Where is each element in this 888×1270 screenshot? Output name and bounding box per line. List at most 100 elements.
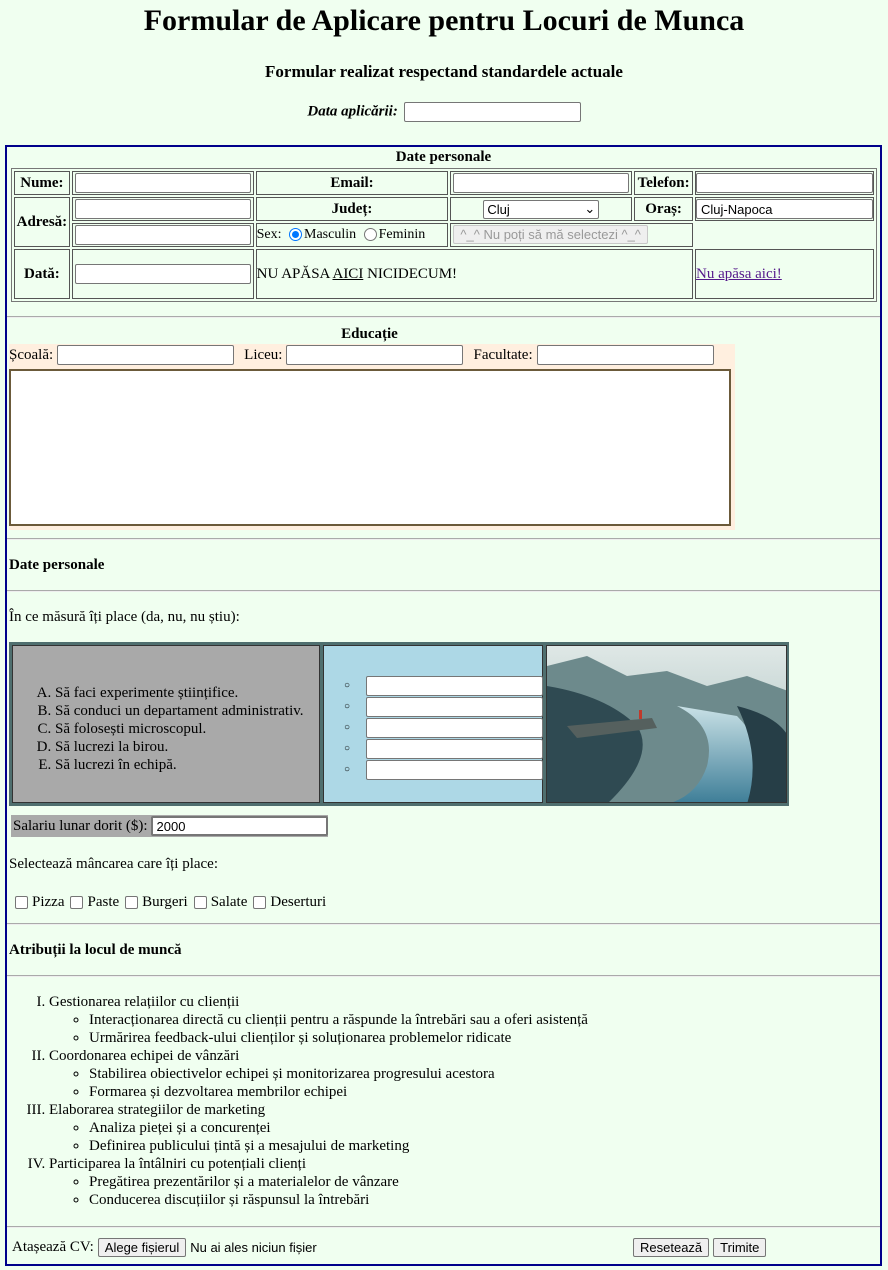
no-file-text: Nu ai ales niciun fișier <box>190 1240 317 1255</box>
page-subtitle: Formular realizat respectand standardele… <box>265 62 623 81</box>
food-options: Pizza Paste Burgeri Salate Deserturi <box>9 894 326 911</box>
food-label: Salate <box>210 894 248 910</box>
chevron-down-icon: ⌄ <box>584 201 596 216</box>
duty-subitem: Pregătirea prezentărilor și a materialel… <box>89 1173 588 1191</box>
landscape-image <box>546 645 787 803</box>
bullet-icon: ○ <box>344 743 351 754</box>
disabled-button: ^_^ Nu poți să mă selectezi ^_^ <box>453 224 648 244</box>
no-press-link-2[interactable]: Nu apăsa aici! <box>696 266 782 282</box>
preference-question: În ce măsură îți place (da, nu, nu știu)… <box>9 609 240 625</box>
food-label: Pizza <box>32 894 65 910</box>
food-checkbox-paste[interactable] <box>70 896 84 909</box>
preference-table: Să faci experimente științifice. Să cond… <box>9 642 789 806</box>
pref-item: Să lucrezi în echipă. <box>55 756 304 774</box>
county-select[interactable]: Cluj ⌄ <box>483 199 600 219</box>
county-label: Județ: <box>255 197 449 221</box>
submit-button[interactable]: Trimite <box>713 1238 767 1257</box>
sex-female-label: Feminin <box>378 227 426 242</box>
phone-input[interactable] <box>696 173 873 193</box>
name-input[interactable] <box>74 173 251 193</box>
faculty-input[interactable] <box>536 345 714 365</box>
duty-subitem: Analiza pieței și a concurenței <box>89 1119 588 1137</box>
food-label: Paste <box>87 894 120 910</box>
food-label: Deserturi <box>270 894 327 910</box>
sex-label: Sex: <box>256 227 282 242</box>
duty-item: Elaborarea strategiilor de marketing Ana… <box>49 1101 588 1155</box>
form-frame: Date personale Nume: Email: Telefon: Adr… <box>5 145 882 1266</box>
education-box: Școală: Liceu: Facultate: <box>9 344 735 530</box>
email-input[interactable] <box>453 173 630 193</box>
app-date-label: Data aplicării: <box>307 103 398 120</box>
date-input[interactable] <box>74 264 251 284</box>
school-label: Școală: <box>9 346 54 363</box>
bullet-icon: ○ <box>344 722 351 733</box>
food-label: Burgeri <box>142 894 188 910</box>
food-checkbox-deserturi[interactable] <box>253 896 267 909</box>
pref-answer-input[interactable] <box>366 738 543 759</box>
duty-item: Gestionarea relațiilor cu clienții Inter… <box>49 993 588 1047</box>
divider <box>7 975 880 977</box>
duties-heading: Atribuții la locul de muncă <box>9 942 182 958</box>
school-input[interactable] <box>57 345 235 365</box>
address-input-1[interactable] <box>74 199 251 219</box>
address-input-2[interactable] <box>74 225 251 245</box>
divider <box>7 538 880 540</box>
no-press-link[interactable]: AICI <box>332 266 363 282</box>
duty-item: Coordonarea echipei de vânzări Stabilire… <box>49 1047 588 1101</box>
duty-subitem: Interacționarea directă cu clienții pent… <box>89 1011 588 1029</box>
highschool-label: Liceu: <box>244 346 283 363</box>
name-label: Nume: <box>14 171 70 195</box>
sex-female-radio[interactable] <box>363 228 377 242</box>
personal-table: Nume: Email: Telefon: Adresă: Județ: Clu… <box>11 168 877 302</box>
bullet-icon: ○ <box>344 764 351 775</box>
pref-answer-input[interactable] <box>366 717 543 738</box>
education-textarea[interactable] <box>9 369 731 526</box>
form-actions: Resetează Trimite <box>633 1238 767 1257</box>
food-checkbox-salate[interactable] <box>193 896 207 909</box>
app-date-row: Data aplicării: <box>0 102 888 122</box>
pref-item: Să folosești microscopul. <box>55 720 304 738</box>
food-checkbox-burgeri[interactable] <box>125 896 139 909</box>
food-checkbox-pizza[interactable] <box>15 896 28 909</box>
faculty-label: Facultate: <box>473 346 533 363</box>
divider <box>7 923 880 925</box>
reset-button[interactable]: Resetează <box>633 1238 710 1257</box>
duty-subitem: Formarea și dezvoltarea membrilor echipe… <box>89 1083 588 1101</box>
date-label: Dată: <box>14 249 70 299</box>
duty-subitem: Conducerea discuțiilor și răspunsul la î… <box>89 1191 588 1209</box>
duty-subitem: Definirea publicului țintă și a mesajulu… <box>89 1137 588 1155</box>
email-label: Email: <box>255 171 449 195</box>
bullet-icon: ○ <box>344 701 351 712</box>
no-press-text: NU APĂSA AICI NICIDECUM! <box>255 249 693 299</box>
bullet-icon: ○ <box>344 680 351 691</box>
education-caption: Educație <box>341 326 398 342</box>
divider <box>7 316 880 318</box>
city-label: Oraș: <box>634 197 693 221</box>
pref-answer-input[interactable] <box>366 696 543 717</box>
pref-item: Să faci experimente științifice. <box>55 684 304 702</box>
pref-answer-input[interactable] <box>366 675 543 696</box>
city-input[interactable] <box>696 199 873 219</box>
page-title: Formular de Aplicare pentru Locuri de Mu… <box>143 4 745 37</box>
pref-answer-input[interactable] <box>366 759 543 780</box>
personal-caption: Date personale <box>395 149 492 165</box>
phone-label: Telefon: <box>634 171 693 195</box>
duty-item: Participarea la întâlniri cu potențiali … <box>49 1155 588 1209</box>
cv-label: Atașează CV: <box>12 1239 94 1255</box>
highschool-input[interactable] <box>286 345 464 365</box>
app-date-input[interactable] <box>403 102 581 122</box>
food-question: Selectează mâncarea care îți place: <box>9 856 219 872</box>
address-label: Adresă: <box>14 197 70 247</box>
divider <box>7 1226 880 1228</box>
section2-heading: Date personale <box>9 557 105 573</box>
sex-male-label: Masculin <box>304 227 357 242</box>
sex-male-radio[interactable] <box>289 228 302 242</box>
duties-list: Gestionarea relațiilor cu clienții Inter… <box>7 993 588 1209</box>
duty-subitem: Stabilirea obiectivelor echipei și monit… <box>89 1065 588 1083</box>
pref-item: Să lucrezi la birou. <box>55 738 304 756</box>
salary-input[interactable] <box>150 816 328 836</box>
duty-subitem: Urmărirea feedback-ului clienților și so… <box>89 1029 588 1047</box>
salary-row: Salariu lunar dorit ($): <box>11 815 328 837</box>
choose-file-button[interactable]: Alege fișierul <box>97 1238 187 1257</box>
salary-label: Salariu lunar dorit ($): <box>13 817 148 834</box>
